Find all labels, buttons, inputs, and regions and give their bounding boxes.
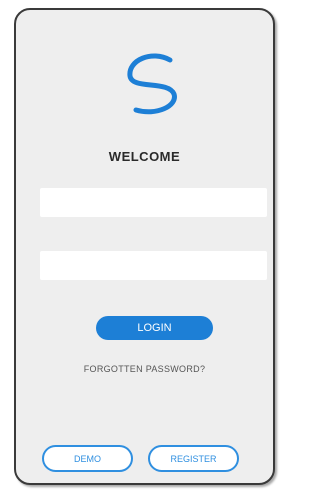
username-field[interactable] xyxy=(40,188,267,217)
demo-button[interactable]: DEMO xyxy=(42,445,133,472)
register-button[interactable]: REGISTER xyxy=(148,445,239,472)
password-field[interactable] xyxy=(40,251,267,280)
login-card: WELCOME LOGIN FORGOTTEN PASSWORD? xyxy=(14,8,275,485)
s-swoosh-logo-icon xyxy=(127,53,177,115)
forgotten-password-link[interactable]: FORGOTTEN PASSWORD? xyxy=(16,364,273,374)
welcome-heading: WELCOME xyxy=(108,149,181,164)
login-button[interactable]: LOGIN xyxy=(96,316,213,340)
